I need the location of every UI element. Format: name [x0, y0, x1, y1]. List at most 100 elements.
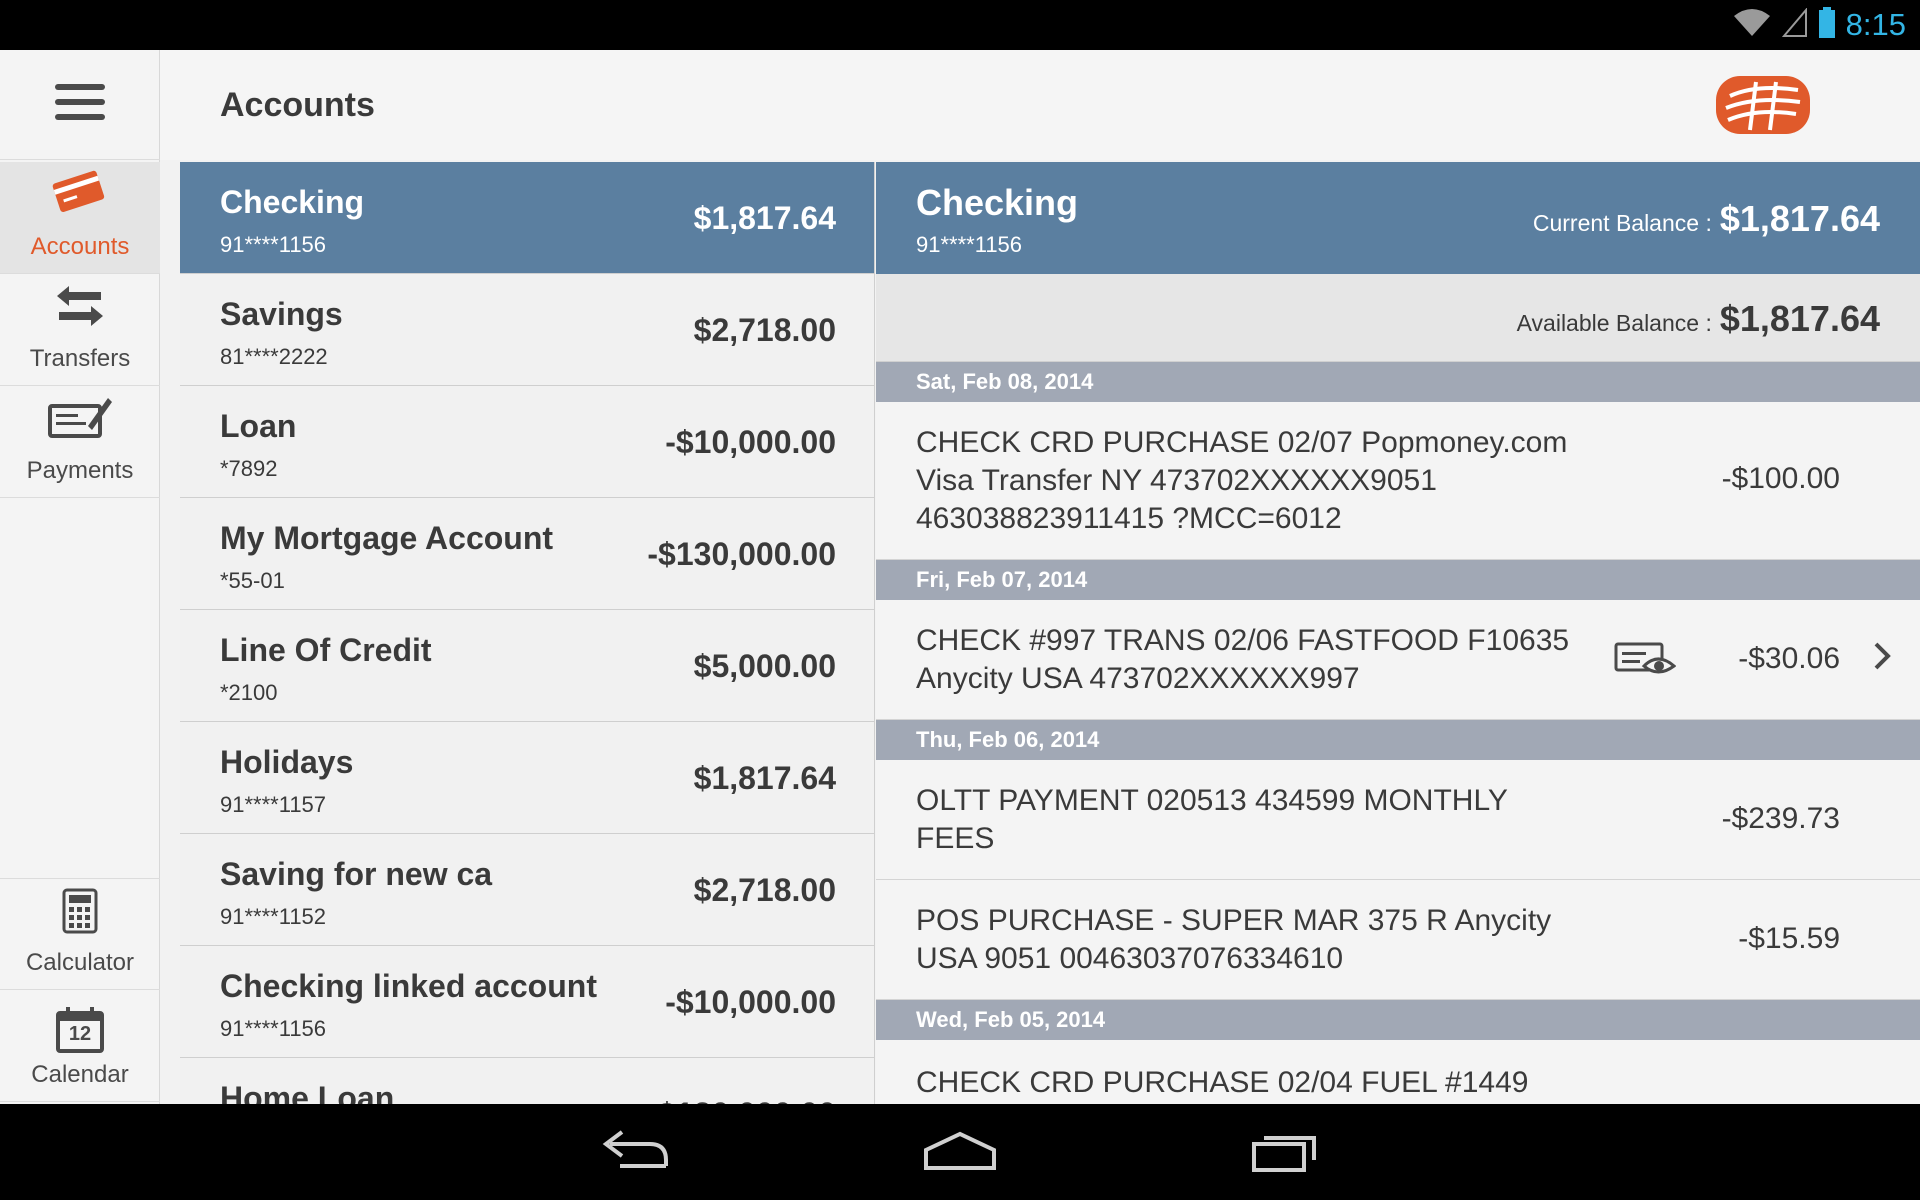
chevron-right-icon[interactable]: [1872, 640, 1892, 677]
transaction-row[interactable]: POS PURCHASE - SUPER MAR 375 R Anycity U…: [876, 880, 1920, 1000]
nav-item-transfers[interactable]: Transfers: [0, 274, 160, 386]
home-icon[interactable]: [922, 1130, 998, 1177]
date-header: Sat, Feb 08, 2014: [876, 362, 1920, 402]
account-amount: -$130,000.00: [647, 1096, 836, 1104]
calendar-day: 12: [68, 1023, 92, 1045]
available-balance-row: Available Balance : $1,817.64: [876, 274, 1920, 362]
nav-item-label: Calendar: [31, 1061, 129, 1088]
account-name: Home Loan: [220, 1080, 395, 1104]
available-balance: Available Balance : $1,817.64: [1517, 298, 1880, 340]
status-icons: 8:15: [1732, 0, 1906, 50]
current-balance-value: $1,817.64: [1719, 198, 1880, 239]
account-row[interactable]: Line Of Credit *2100 $5,000.00: [180, 610, 874, 722]
account-name: Holidays: [220, 744, 354, 780]
view-check-icon[interactable]: [1614, 640, 1677, 681]
transaction-amount: -$239.73: [1721, 802, 1840, 835]
account-amount: -$10,000.00: [665, 424, 836, 460]
current-balance: Current Balance : $1,817.64: [1533, 198, 1880, 240]
account-number: 91****1156: [220, 1016, 327, 1041]
current-balance-label: Current Balance :: [1532, 210, 1712, 236]
battery-icon: [1818, 6, 1836, 44]
menu-button[interactable]: [0, 50, 160, 160]
account-number: 91****1156: [220, 232, 327, 257]
account-number: 81****2222: [220, 344, 328, 369]
date-header: Fri, Feb 07, 2014: [876, 560, 1920, 600]
transaction-description: CHECK CRD PURCHASE 02/07 Popmoney.com Vi…: [916, 426, 1568, 535]
detail-account-number: 91****1156: [916, 232, 1023, 257]
account-row[interactable]: Checking 91****1156 $1,817.64: [180, 162, 874, 274]
nav-item-label: Accounts: [30, 233, 130, 260]
account-name: Savings: [220, 296, 343, 332]
nav-item-calendar[interactable]: 12 Calendar: [0, 990, 160, 1102]
account-detail: Checking 91****1156 Current Balance : $1…: [876, 162, 1920, 1104]
account-number: 91****1152: [220, 904, 327, 929]
account-amount: $1,817.64: [693, 760, 836, 796]
side-nav: Accounts Transfers Payments Calculator 1…: [0, 50, 160, 1104]
nav-item-calculator[interactable]: Calculator: [0, 878, 160, 990]
accounts-list: Checking 91****1156 $1,817.64 Savings 81****…: [180, 162, 875, 1104]
date-header: Wed, Feb 05, 2014: [876, 1000, 1920, 1040]
hamburger-icon: [55, 82, 105, 127]
nav-item-label: Calculator: [25, 949, 135, 976]
credit-card-icon: [50, 168, 110, 225]
account-row[interactable]: My Mortgage Account *55-01 -$130,000.00: [180, 498, 874, 610]
account-number: 91****1157: [220, 792, 327, 817]
calculator-icon: [62, 888, 98, 941]
account-amount: -$130,000.00: [647, 536, 836, 572]
account-row[interactable]: Savings 81****2222 $2,718.00: [180, 274, 874, 386]
account-row[interactable]: Saving for new ca 91****1152 $2,718.00: [180, 834, 874, 946]
transfer-arrows-icon: [55, 282, 105, 337]
account-amount: $2,718.00: [693, 872, 836, 908]
back-icon[interactable]: [600, 1130, 670, 1177]
account-amount: $1,817.64: [693, 200, 836, 236]
transaction-row[interactable]: CHECK CRD PURCHASE 02/07 Popmoney.com Vi…: [876, 402, 1920, 560]
account-number: *2100: [220, 680, 278, 705]
date-header: Thu, Feb 06, 2014: [876, 720, 1920, 760]
calendar-icon: 12: [56, 1007, 104, 1053]
system-nav-bar: [0, 1104, 1920, 1200]
bank-logo: [1716, 76, 1810, 139]
account-amount: -$10,000.00: [665, 984, 836, 1020]
nav-item-label: Payments: [26, 457, 134, 484]
account-name: Line Of Credit: [220, 632, 432, 668]
transaction-row[interactable]: OLTT PAYMENT 020513 434599 MONTHLY FEES …: [876, 760, 1920, 880]
transaction-amount: -$15.59: [1738, 922, 1840, 955]
available-balance-label: Available Balance :: [1516, 310, 1712, 336]
account-amount: $2,718.00: [693, 312, 836, 348]
wifi-icon: [1732, 8, 1772, 43]
account-amount: $5,000.00: [693, 648, 836, 684]
transaction-description: POS PURCHASE - SUPER MAR 375 R Anycity U…: [916, 904, 1552, 975]
signal-icon: [1781, 6, 1808, 43]
detail-header: Checking 91****1156 Current Balance : $1…: [876, 162, 1920, 274]
app: Accounts Transfers Payments Calculator 1…: [0, 50, 1920, 1104]
transaction-row[interactable]: CHECK CRD PURCHASE 02/04 FUEL #1449: [876, 1040, 1920, 1104]
app-header: Accounts: [160, 50, 1920, 160]
account-row[interactable]: Checking linked account 91****1156 -$10,00…: [180, 946, 874, 1058]
clock: 8:15: [1845, 7, 1906, 42]
transaction-description: CHECK CRD PURCHASE 02/04 FUEL #1449: [916, 1066, 1529, 1099]
account-name: Checking linked account: [220, 968, 597, 1004]
transaction-amount: -$100.00: [1721, 462, 1840, 495]
transaction-row[interactable]: CHECK #997 TRANS 02/06 FASTFOOD F10635 A…: [876, 600, 1920, 720]
status-bar: 8:15: [0, 0, 1920, 50]
nav-item-accounts[interactable]: Accounts: [0, 162, 160, 274]
nav-item-label: Transfers: [29, 345, 131, 372]
account-name: Loan: [220, 408, 297, 444]
account-number: *55-01: [220, 568, 285, 593]
page-title: Accounts: [220, 86, 375, 124]
account-row[interactable]: Home Loan -$130,000.00: [180, 1058, 874, 1104]
account-number: *7892: [220, 456, 278, 481]
account-name: Checking: [220, 184, 365, 220]
transaction-description: OLTT PAYMENT 020513 434599 MONTHLY FEES: [916, 784, 1508, 855]
account-name: Saving for new ca: [220, 856, 493, 892]
nav-item-payments[interactable]: Payments: [0, 386, 160, 498]
account-row[interactable]: Loan *7892 -$10,000.00: [180, 386, 874, 498]
transaction-amount: -$30.06: [1738, 642, 1840, 675]
account-name: My Mortgage Account: [220, 520, 554, 556]
available-balance-value: $1,817.64: [1719, 298, 1880, 339]
transaction-description: CHECK #997 TRANS 02/06 FASTFOOD F10635 A…: [916, 624, 1570, 695]
detail-account-name: Checking: [916, 182, 1079, 223]
check-payment-icon: [48, 392, 112, 449]
recent-apps-icon[interactable]: [1250, 1130, 1320, 1177]
account-row[interactable]: Holidays 91****1157 $1,817.64: [180, 722, 874, 834]
